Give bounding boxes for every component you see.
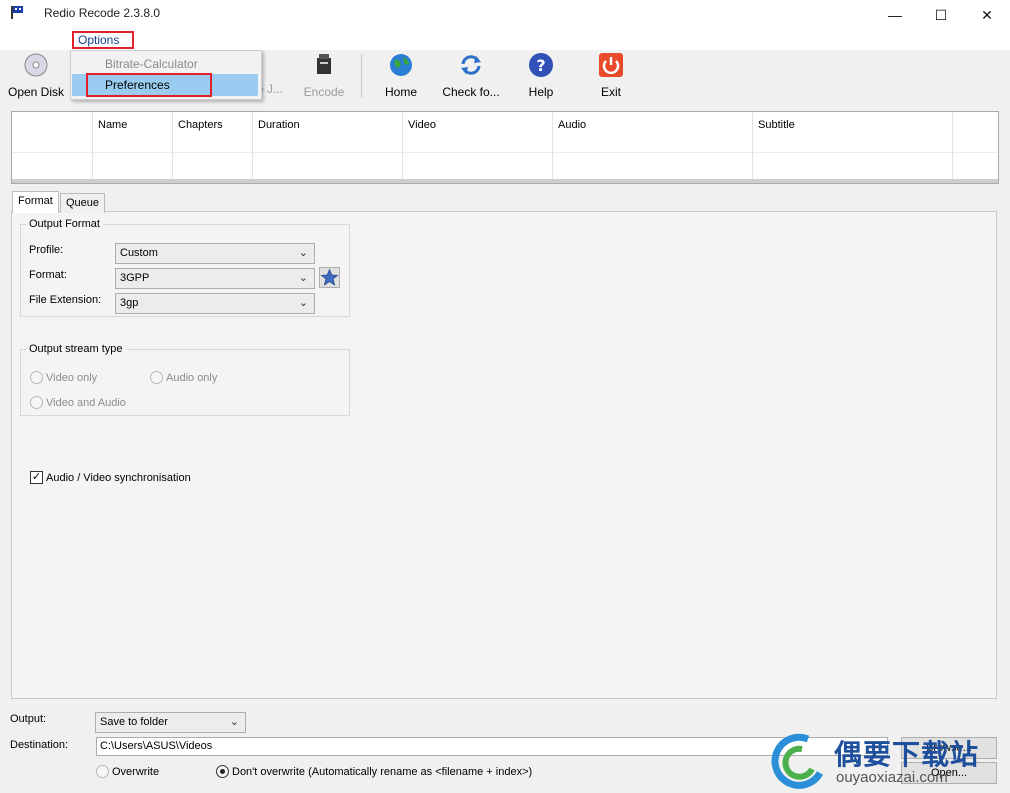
column-header-subtitle[interactable]: Subtitle [758, 119, 795, 131]
power-icon [599, 53, 623, 77]
tab-queue[interactable]: Queue [60, 193, 106, 213]
video-only-radio[interactable] [30, 371, 43, 384]
encode-button[interactable]: Encode [298, 52, 350, 99]
av-sync-label: Audio / Video synchronisation [46, 472, 191, 484]
menu-item-preferences[interactable]: Preferences [86, 73, 212, 97]
check-for-label: Check fo... [442, 85, 500, 99]
column-header-duration[interactable]: Duration [258, 119, 300, 131]
exit-button[interactable]: Exit [590, 52, 632, 99]
titles-table[interactable] [11, 111, 999, 184]
output-label: Output: [10, 713, 47, 725]
help-icon: ? [529, 53, 553, 77]
column-divider [172, 112, 173, 180]
check-for-updates-button[interactable]: Check fo... [438, 52, 504, 99]
output-stream-type-title: Output stream type [26, 343, 126, 355]
profile-label: Profile: [29, 244, 64, 256]
close-button[interactable]: ✕ [964, 0, 1010, 30]
star-icon [320, 268, 339, 286]
column-divider [952, 112, 953, 180]
app-flag-icon [11, 6, 23, 19]
menu-options[interactable]: Options [72, 31, 134, 49]
watermark-logo-icon [771, 733, 824, 789]
column-header-chapters[interactable]: Chapters [178, 119, 223, 131]
globe-icon [390, 54, 412, 76]
format-select[interactable]: 3GPP ⌄ [115, 268, 315, 289]
dont-overwrite-label: Don't overwrite (Automatically rename as… [232, 766, 533, 778]
video-only-label: Video only [46, 372, 98, 384]
open-disk-button[interactable]: Open Disk [4, 52, 68, 99]
column-divider [752, 112, 753, 180]
dont-overwrite-radio[interactable] [216, 765, 229, 778]
encode-icon [317, 54, 331, 74]
chevron-down-icon: ⌄ [229, 716, 239, 728]
output-value: Save to folder [100, 716, 168, 728]
watermark-url: ouyaoxiazai.com [836, 769, 948, 786]
av-sync-checkbox[interactable]: ✓ [30, 471, 43, 484]
help-button[interactable]: ? Help [520, 52, 562, 99]
video-and-audio-label: Video and Audio [46, 397, 126, 409]
file-extension-label: File Extension: [29, 294, 102, 306]
video-and-audio-radio[interactable] [30, 396, 43, 409]
audio-only-label: Audio only [166, 372, 218, 384]
splitter-bar[interactable] [12, 179, 998, 183]
output-format-title: Output Format [26, 218, 103, 230]
destination-label: Destination: [10, 739, 69, 751]
profile-value: Custom [120, 247, 158, 259]
column-divider [402, 112, 403, 180]
column-header-name[interactable]: Name [98, 119, 127, 131]
format-label: Format: [29, 269, 67, 281]
file-extension-select[interactable]: 3gp ⌄ [115, 293, 315, 314]
column-divider [92, 112, 93, 180]
menu-item-bitrate-calculator[interactable]: Bitrate-Calculator [105, 57, 198, 71]
refresh-icon [461, 55, 481, 75]
disc-icon [24, 53, 48, 77]
overwrite-label: Overwrite [112, 766, 160, 778]
help-label: Help [528, 85, 554, 99]
encode-label: Encode [303, 85, 345, 99]
column-header-video[interactable]: Video [408, 119, 436, 131]
column-divider [552, 112, 553, 180]
column-divider [252, 112, 253, 180]
svg-text:?: ? [536, 56, 545, 75]
open-disk-label: Open Disk [7, 85, 65, 99]
exit-label: Exit [600, 85, 621, 99]
maximize-button[interactable]: ☐ [918, 0, 964, 30]
overwrite-radio[interactable] [96, 765, 109, 778]
watermark-title: 偶要下载站 [834, 739, 980, 770]
window-title: Redio Recode 2.3.8.0 [44, 6, 161, 20]
table-row-divider [12, 152, 998, 153]
chevron-down-icon: ⌄ [298, 247, 308, 259]
minimize-button[interactable]: — [872, 0, 918, 30]
chevron-down-icon: ⌄ [298, 272, 308, 284]
output-select[interactable]: Save to folder ⌄ [95, 712, 246, 733]
column-header-audio[interactable]: Audio [558, 119, 586, 131]
audio-only-radio[interactable] [150, 371, 163, 384]
file-extension-value: 3gp [120, 297, 139, 309]
toolbar-separator [361, 54, 362, 98]
profile-select[interactable]: Custom ⌄ [115, 243, 315, 264]
favorite-format-button[interactable] [319, 267, 340, 288]
chevron-down-icon: ⌄ [298, 297, 308, 309]
home-label: Home [384, 85, 417, 99]
format-value: 3GPP [120, 272, 150, 284]
tab-format[interactable]: Format [12, 191, 59, 213]
home-button[interactable]: Home [378, 52, 424, 99]
menu-bar [0, 30, 1010, 50]
